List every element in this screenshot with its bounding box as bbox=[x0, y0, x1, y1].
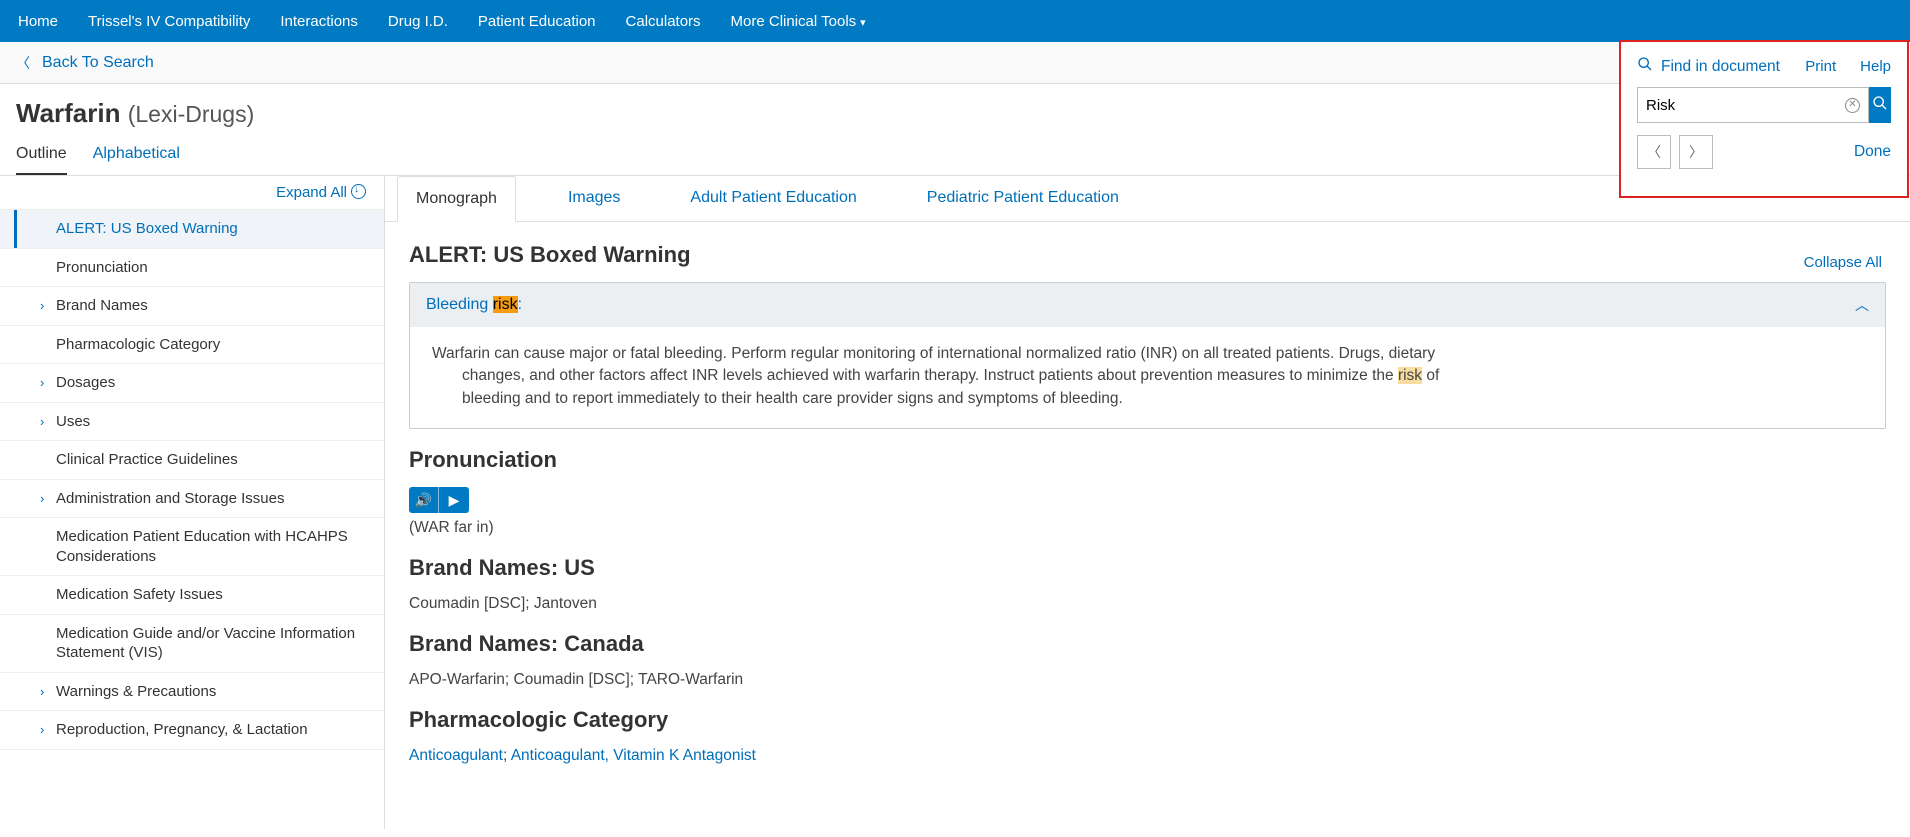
chevron-right-icon: › bbox=[40, 298, 44, 315]
tab-adult-ed[interactable]: Adult Patient Education bbox=[672, 176, 874, 221]
find-input-wrapper: ✕ bbox=[1637, 87, 1869, 123]
outline-safety-issues[interactable]: Medication Safety Issues bbox=[0, 576, 384, 615]
print-button[interactable]: Print bbox=[1805, 58, 1836, 75]
outline-admin-storage[interactable]: ›Administration and Storage Issues bbox=[0, 480, 384, 519]
outline-uses[interactable]: ›Uses bbox=[0, 403, 384, 442]
monograph-content[interactable]: Monograph Images Adult Patient Education… bbox=[385, 176, 1910, 829]
pharm-link-anticoagulant[interactable]: Anticoagulant bbox=[409, 747, 503, 764]
find-input[interactable] bbox=[1646, 88, 1845, 122]
chevron-right-icon: › bbox=[40, 375, 44, 392]
tab-images[interactable]: Images bbox=[550, 176, 638, 221]
tab-pediatric-ed[interactable]: Pediatric Patient Education bbox=[909, 176, 1137, 221]
find-label[interactable]: Find in document bbox=[1637, 56, 1780, 77]
nav-drug-id[interactable]: Drug I.D. bbox=[388, 13, 448, 30]
find-done-button[interactable]: Done bbox=[1854, 143, 1891, 161]
drug-name: Warfarin bbox=[16, 98, 121, 128]
tab-monograph[interactable]: Monograph bbox=[397, 176, 516, 222]
find-submit-button[interactable] bbox=[1869, 87, 1891, 123]
tab-alphabetical[interactable]: Alphabetical bbox=[93, 145, 180, 175]
outline-hcahps[interactable]: Medication Patient Education with HCAHPS… bbox=[0, 518, 384, 576]
chevron-right-icon: › bbox=[40, 722, 44, 739]
speaker-icon[interactable]: 🔊 bbox=[409, 487, 439, 513]
outline-clinical-guidelines[interactable]: Clinical Practice Guidelines bbox=[0, 441, 384, 480]
boxed-warning-toggle[interactable]: Bleeding risk: ︿ bbox=[410, 283, 1885, 327]
outline-brand-names[interactable]: ›Brand Names bbox=[0, 287, 384, 326]
chevron-left-icon: 〈 bbox=[16, 53, 30, 73]
top-nav: Home Trissel's IV Compatibility Interact… bbox=[0, 0, 1910, 42]
section-alert-heading: ALERT: US Boxed Warning bbox=[409, 242, 1886, 268]
chevron-up-icon: ︿ bbox=[1855, 295, 1869, 315]
boxed-warning-body: Warfarin can cause major or fatal bleedi… bbox=[410, 327, 1885, 428]
search-icon bbox=[1637, 56, 1653, 77]
expand-all-button[interactable]: Expand All bbox=[0, 176, 384, 210]
search-highlight: risk bbox=[1398, 367, 1422, 384]
nav-patient-ed[interactable]: Patient Education bbox=[478, 13, 596, 30]
pharm-category-text: Anticoagulant; Anticoagulant, Vitamin K … bbox=[409, 747, 1886, 765]
boxed-warning-title: Bleeding risk: bbox=[426, 296, 522, 314]
nav-trissels[interactable]: Trissel's IV Compatibility bbox=[88, 13, 250, 30]
chevron-right-icon: › bbox=[40, 414, 44, 431]
chevron-down-icon: ▾ bbox=[860, 17, 866, 29]
brand-us-text: Coumadin [DSC]; Jantoven bbox=[409, 595, 1886, 613]
search-highlight: risk bbox=[493, 296, 518, 313]
section-brand-us-heading: Brand Names: US bbox=[409, 555, 1886, 581]
pharm-link-vitk[interactable]: Anticoagulant, Vitamin K Antagonist bbox=[511, 747, 756, 764]
nav-interactions[interactable]: Interactions bbox=[280, 13, 358, 30]
tab-outline[interactable]: Outline bbox=[16, 145, 67, 175]
outline-warnings[interactable]: ›Warnings & Precautions bbox=[0, 673, 384, 712]
pronunciation-player: 🔊 ▶ bbox=[409, 487, 469, 513]
back-label: Back To Search bbox=[42, 54, 154, 72]
find-in-document-panel: Find in document Print Help ✕ 〈 〉 Done bbox=[1619, 40, 1909, 198]
outline-med-guide-vis[interactable]: Medication Guide and/or Vaccine Informat… bbox=[0, 615, 384, 673]
chevron-right-icon: › bbox=[40, 491, 44, 508]
outline-reproduction[interactable]: ›Reproduction, Pregnancy, & Lactation bbox=[0, 711, 384, 750]
clear-icon[interactable]: ✕ bbox=[1845, 98, 1860, 113]
outline-dosages[interactable]: ›Dosages bbox=[0, 364, 384, 403]
boxed-warning-panel: Bleeding risk: ︿ Warfarin can cause majo… bbox=[409, 282, 1886, 429]
section-brand-ca-heading: Brand Names: Canada bbox=[409, 631, 1886, 657]
outline-list[interactable]: ALERT: US Boxed Warning Pronunciation ›B… bbox=[0, 210, 384, 829]
find-next-button[interactable]: 〉 bbox=[1679, 135, 1713, 169]
nav-home[interactable]: Home bbox=[18, 13, 58, 30]
brand-ca-text: APO-Warfarin; Coumadin [DSC]; TARO-Warfa… bbox=[409, 671, 1886, 689]
collapse-all-button[interactable]: Collapse All bbox=[1804, 254, 1882, 271]
chevron-right-icon: › bbox=[40, 684, 44, 701]
drug-source: (Lexi-Drugs) bbox=[128, 101, 255, 127]
section-pronunciation-heading: Pronunciation bbox=[409, 447, 1886, 473]
nav-more-tools[interactable]: More Clinical Tools▾ bbox=[731, 13, 866, 30]
search-icon bbox=[1872, 95, 1888, 116]
play-icon[interactable]: ▶ bbox=[439, 487, 469, 513]
outline-pharm-category[interactable]: Pharmacologic Category bbox=[0, 326, 384, 365]
pronunciation-text: (WAR far in) bbox=[409, 519, 1886, 537]
nav-calculators[interactable]: Calculators bbox=[626, 13, 701, 30]
help-button[interactable]: Help bbox=[1860, 58, 1891, 75]
outline-alert-boxed-warning[interactable]: ALERT: US Boxed Warning bbox=[0, 210, 384, 249]
outline-pronunciation[interactable]: Pronunciation bbox=[0, 249, 384, 288]
section-pharm-heading: Pharmacologic Category bbox=[409, 707, 1886, 733]
find-prev-button[interactable]: 〈 bbox=[1637, 135, 1671, 169]
expand-all-icon bbox=[351, 184, 366, 199]
outline-sidebar: Expand All ALERT: US Boxed Warning Pronu… bbox=[0, 176, 385, 829]
